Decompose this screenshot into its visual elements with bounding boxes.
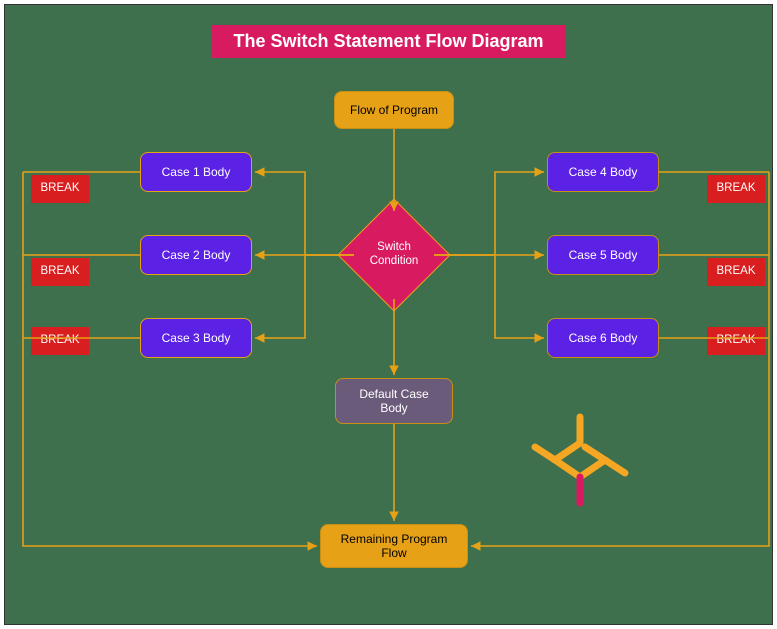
break-label-left-1: BREAK (31, 175, 89, 203)
remaining-flow-node: Remaining ProgramFlow (320, 524, 468, 568)
diagram-title: The Switch Statement Flow Diagram (211, 25, 565, 58)
break-label-left-2: BREAK (31, 258, 89, 286)
break-label-left-3: BREAK (31, 327, 89, 355)
break-label-right-1: BREAK (707, 175, 765, 203)
case-6-body: Case 6 Body (547, 318, 659, 358)
case-2-body: Case 2 Body (140, 235, 252, 275)
break-label-right-2: BREAK (707, 258, 765, 286)
flow-of-program-node: Flow of Program (334, 91, 454, 129)
break-label-right-3: BREAK (707, 327, 765, 355)
case-5-body: Case 5 Body (547, 235, 659, 275)
case-3-body: Case 3 Body (140, 318, 252, 358)
case-1-body: Case 1 Body (140, 152, 252, 192)
case-4-body: Case 4 Body (547, 152, 659, 192)
switch-condition-label: SwitchCondition (339, 200, 449, 310)
diagram-canvas: The Switch Statement Flow Diagram Flow o… (4, 4, 773, 625)
default-case-node: Default CaseBody (335, 378, 453, 424)
switch-condition-node: SwitchCondition (339, 200, 449, 310)
logo-icon (525, 405, 635, 515)
